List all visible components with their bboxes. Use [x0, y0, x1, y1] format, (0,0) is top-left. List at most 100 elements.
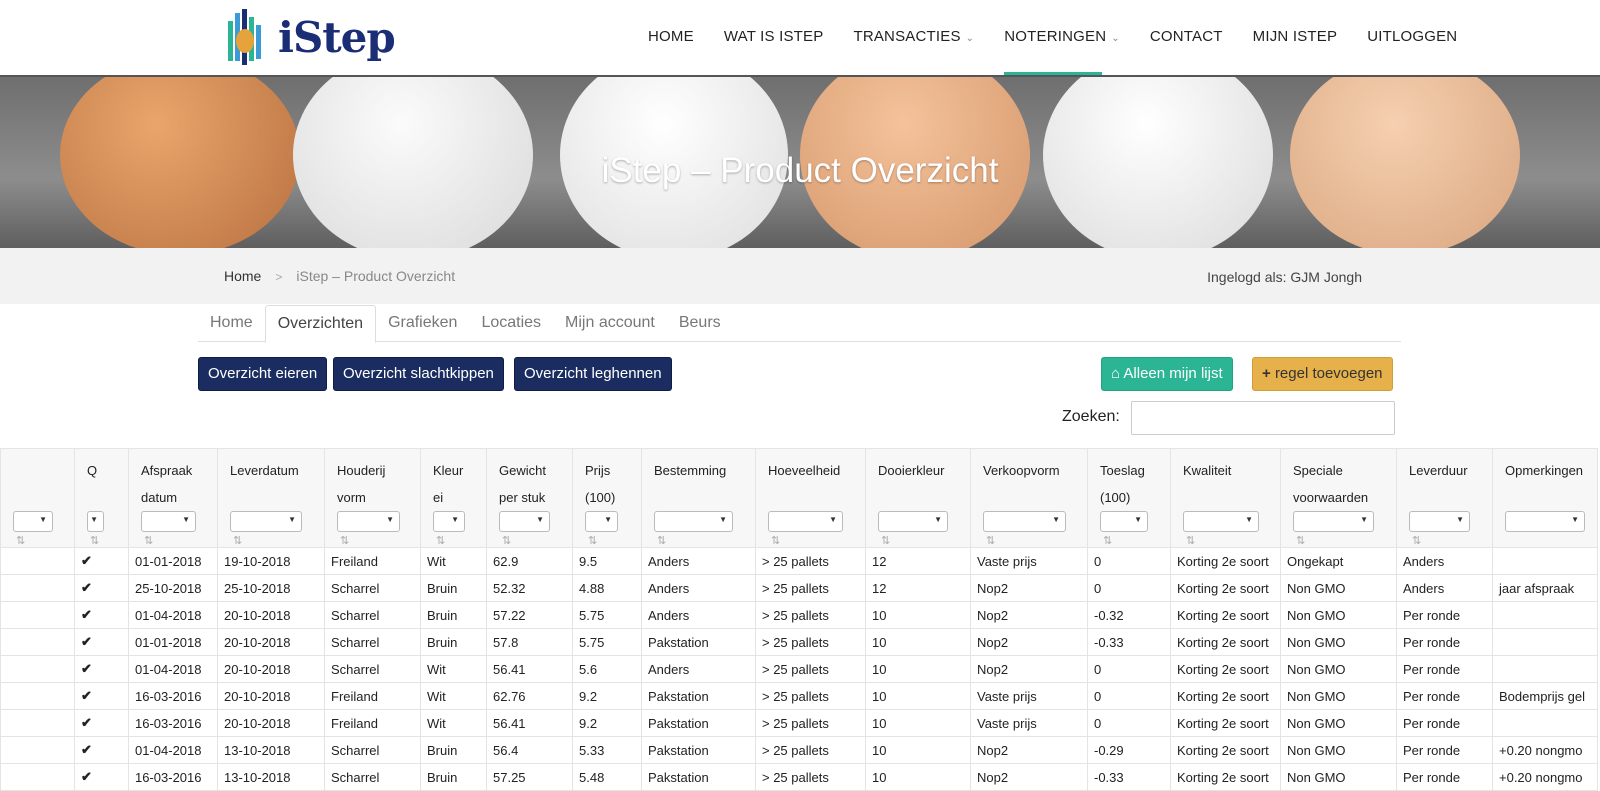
column-header[interactable]: Bestemming ⇅ [641, 447, 756, 549]
nav-item-noteringen[interactable]: NOTERINGEN ⌄ [1004, 0, 1120, 75]
table-row[interactable]: ✔ 01-04-2018 20-10-2018 Scharrel Bruin 57.22 5… [0, 601, 1598, 630]
regel-toevoegen-button[interactable]: + regel toevoegen [1252, 357, 1393, 391]
nav-item-label: NOTERINGEN [1004, 28, 1107, 45]
column-filter-select[interactable] [1505, 511, 1585, 532]
table-cell: > 25 pallets [755, 709, 866, 738]
column-header[interactable]: Dooierkleur ⇅ [865, 447, 971, 549]
sort-icon[interactable]: ⇅ [16, 535, 25, 547]
column-filter-select[interactable] [141, 511, 196, 532]
column-filter-select[interactable] [499, 511, 550, 532]
tab-overzichten[interactable]: Overzichten [264, 305, 377, 343]
column-filter-select[interactable] [983, 511, 1066, 532]
sort-icon[interactable]: ⇅ [436, 535, 445, 547]
column-filter-select[interactable] [87, 511, 104, 532]
sort-icon[interactable]: ⇅ [502, 535, 511, 547]
column-filter-select[interactable] [1409, 511, 1470, 532]
column-header[interactable]: Q⇅ [74, 447, 129, 549]
table-cell: Non GMO [1280, 601, 1397, 630]
sort-icon[interactable]: ⇅ [1103, 535, 1112, 547]
istep-logo[interactable]: iStep [228, 6, 396, 68]
table-cell: > 25 pallets [755, 574, 866, 603]
column-header[interactable]: Afspraak datum ⇅ [128, 447, 218, 549]
table-row[interactable]: ✔ 01-01-2018 20-10-2018 Scharrel Bruin 57.8 5.… [0, 628, 1598, 657]
column-filter-select[interactable] [654, 511, 733, 532]
column-header-label: Q [87, 463, 98, 478]
sort-icon[interactable]: ⇅ [1186, 535, 1195, 547]
column-header[interactable]: Leverdatum ⇅ [217, 447, 325, 549]
overzicht-eieren-button[interactable]: Overzicht eieren [198, 357, 328, 391]
table-cell: 5.6 [572, 655, 642, 684]
breadcrumb-home[interactable]: Home [224, 268, 261, 284]
column-filter-select[interactable] [878, 511, 948, 532]
column-header[interactable]: Kleur ei ⇅ [420, 447, 487, 549]
tab-beurs[interactable]: Beurs [667, 305, 733, 340]
column-header[interactable]: Hoeveelheid ⇅ [755, 447, 866, 549]
tab-home[interactable]: Home [198, 305, 265, 340]
column-header[interactable]: Houderij vorm ⇅ [324, 447, 421, 549]
sort-icon[interactable]: ⇅ [1412, 535, 1421, 547]
table-cell: 9.2 [572, 709, 642, 738]
chevron-right-icon: > [275, 270, 283, 284]
tab-locaties[interactable]: Locaties [469, 305, 553, 340]
table-cell: 5.33 [572, 736, 642, 765]
column-filter-select[interactable] [13, 511, 53, 532]
table-cell: Non GMO [1280, 628, 1397, 657]
sort-icon[interactable]: ⇅ [986, 535, 995, 547]
table-row[interactable]: ✔ 01-04-2018 13-10-2018 Scharrel Bruin 56.4 5.… [0, 736, 1598, 765]
column-filter-select[interactable] [1100, 511, 1148, 532]
sort-icon[interactable]: ⇅ [881, 535, 890, 547]
tab-grafieken[interactable]: Grafieken [376, 305, 469, 340]
column-header[interactable]: ⇅ [0, 447, 75, 549]
column-header[interactable]: Speciale voorwaarden ⇅ [1280, 447, 1397, 549]
sort-icon[interactable]: ⇅ [588, 535, 597, 547]
table-cell: 12 [865, 547, 971, 576]
table-cell: Per ronde [1396, 736, 1493, 765]
nav-item-uitloggen[interactable]: UITLOGGEN [1367, 0, 1457, 75]
nav-item-wat-is-istep[interactable]: WAT IS ISTEP [724, 0, 824, 75]
sort-icon[interactable]: ⇅ [1296, 535, 1305, 547]
table-cell: Wit [420, 709, 487, 738]
sort-icon[interactable]: ⇅ [771, 535, 780, 547]
tab-mijn-account[interactable]: Mijn account [553, 305, 667, 340]
sort-icon[interactable]: ⇅ [657, 535, 666, 547]
sort-icon[interactable]: ⇅ [340, 535, 349, 547]
table-cell: -0.33 [1087, 763, 1171, 791]
column-filter-select[interactable] [768, 511, 843, 532]
nav-item-transacties[interactable]: TRANSACTIES ⌄ [853, 0, 974, 75]
table-row[interactable]: ✔ 01-01-2018 19-10-2018 Freiland Wit 62.9 9.5 A… [0, 547, 1598, 576]
home-icon: ⌂ [1111, 365, 1121, 382]
nav-item-home[interactable]: HOME [648, 0, 694, 75]
column-filter-select[interactable] [230, 511, 302, 532]
table-row[interactable]: ✔ 16-03-2016 20-10-2018 Freiland Wit 56.41 9.2… [0, 709, 1598, 738]
sort-icon[interactable]: ⇅ [144, 535, 153, 547]
table-cell: 13-10-2018 [217, 763, 325, 791]
column-filter-select[interactable] [433, 511, 465, 532]
column-filter-select[interactable] [1183, 511, 1259, 532]
nav-item-mijn-istep[interactable]: MIJN ISTEP [1253, 0, 1338, 75]
search-input[interactable] [1131, 401, 1395, 435]
table-cell: Per ronde [1396, 709, 1493, 738]
column-header[interactable]: Prijs (100) ⇅ [572, 447, 642, 549]
column-filter-select[interactable] [585, 511, 618, 532]
column-header[interactable]: Toeslag (100) ⇅ [1087, 447, 1171, 549]
nav-item-contact[interactable]: CONTACT [1150, 0, 1223, 75]
column-filter-select[interactable] [1293, 511, 1374, 532]
column-header[interactable]: Opmerkingen [1492, 447, 1598, 549]
table-row[interactable]: ✔ 16-03-2016 13-10-2018 Scharrel Bruin 57.25 5… [0, 763, 1598, 791]
table-row[interactable]: ✔ 25-10-2018 25-10-2018 Scharrel Bruin 52.32 4… [0, 574, 1598, 603]
column-filter-select[interactable] [337, 511, 400, 532]
column-header[interactable]: Verkoopvorm ⇅ [970, 447, 1088, 549]
table-cell [1492, 628, 1598, 657]
table-row[interactable]: ✔ 16-03-2016 20-10-2018 Freiland Wit 62.76 9.2… [0, 682, 1598, 711]
overzicht-slachtkippen-button[interactable]: Overzicht slachtkippen [333, 357, 504, 391]
column-header[interactable]: Leverduur ⇅ [1396, 447, 1493, 549]
overzicht-leghennen-button[interactable]: Overzicht leghennen [514, 357, 672, 391]
table-cell: Per ronde [1396, 682, 1493, 711]
alleen-mijn-lijst-button[interactable]: ⌂ Alleen mijn lijst [1101, 357, 1233, 391]
table-row[interactable]: ✔ 01-04-2018 20-10-2018 Scharrel Wit 56.41 5.6… [0, 655, 1598, 684]
column-header[interactable]: Kwaliteit ⇅ [1170, 447, 1281, 549]
sort-icon[interactable]: ⇅ [90, 535, 99, 547]
column-header[interactable]: Gewicht per stuk ⇅ [486, 447, 573, 549]
sort-icon[interactable]: ⇅ [233, 535, 242, 547]
table-cell: Anders [641, 574, 756, 603]
